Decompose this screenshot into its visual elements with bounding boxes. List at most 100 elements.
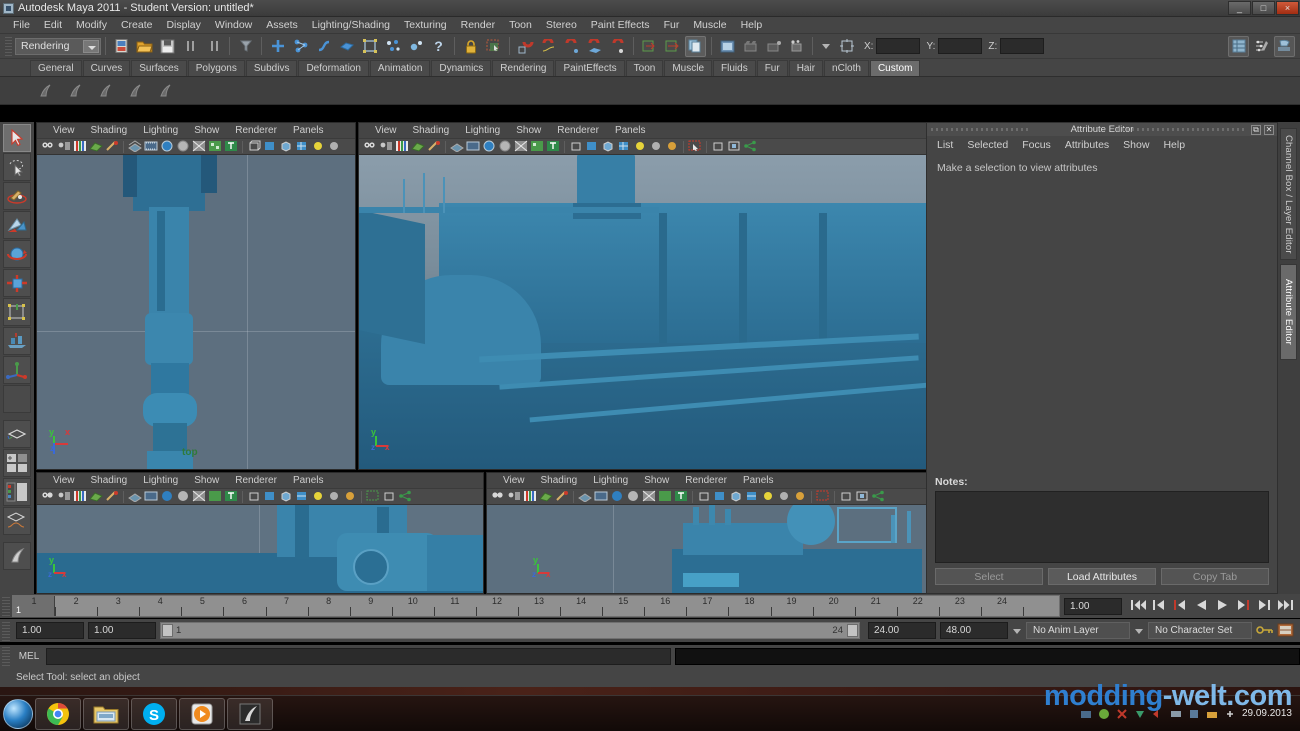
custom-script-icon-4[interactable] — [126, 80, 148, 102]
smooth-shade-flat-icon[interactable] — [601, 140, 615, 154]
ae-menu-attributes[interactable]: Attributes — [1065, 139, 1123, 151]
lock-icon[interactable] — [460, 36, 481, 57]
ipr-render-icon[interactable] — [740, 36, 761, 57]
anim-end-time-field[interactable]: 48.00 — [940, 622, 1008, 639]
isolate-select-icon[interactable] — [688, 140, 702, 154]
viewport-menu-show[interactable]: Show — [636, 475, 677, 486]
step-forward-key-icon[interactable] — [1235, 598, 1252, 614]
text-icon[interactable] — [674, 490, 688, 504]
shelf-tab-hair[interactable]: Hair — [788, 60, 824, 76]
paint-select-tool[interactable] — [3, 182, 31, 210]
select-by-component-icon[interactable] — [313, 36, 334, 57]
shelf-tab-custom[interactable]: Custom — [869, 60, 921, 76]
nurbs-mask-icon[interactable] — [359, 36, 380, 57]
output-connections-icon[interactable] — [662, 36, 683, 57]
smooth-shade-flat-icon[interactable] — [279, 490, 293, 504]
go-to-start-icon[interactable] — [1130, 598, 1147, 614]
ae-menu-help[interactable]: Help — [1163, 139, 1199, 151]
load-attributes-button[interactable]: Load Attributes — [1048, 568, 1156, 585]
poly-mask-icon[interactable] — [336, 36, 357, 57]
select-camera-icon[interactable] — [41, 140, 55, 154]
viewport-menu-view[interactable]: View — [45, 475, 83, 486]
play-backwards-icon[interactable] — [1193, 598, 1210, 614]
hardware-texturing-icon[interactable] — [295, 490, 309, 504]
render-current-frame-icon[interactable] — [717, 36, 738, 57]
viewport-menu-view[interactable]: View — [367, 125, 405, 136]
open-scene-icon[interactable] — [134, 36, 155, 57]
render-region-icon[interactable] — [483, 36, 504, 57]
grid-toggle-icon[interactable] — [128, 139, 142, 154]
universal-manipulator-tool[interactable] — [3, 298, 31, 326]
select-camera-icon[interactable] — [41, 490, 55, 504]
smooth-shade-all-icon[interactable] — [713, 490, 727, 504]
go-to-end-icon[interactable] — [1277, 598, 1294, 614]
two-d-pan-zoom-icon[interactable] — [555, 490, 569, 504]
two-d-pan-zoom-icon[interactable] — [105, 490, 119, 504]
chevron-down-icon[interactable] — [83, 39, 99, 53]
custom-script-icon-1[interactable] — [36, 80, 58, 102]
close-icon[interactable]: ✕ — [1264, 125, 1274, 135]
viewport-menu-view[interactable]: View — [495, 475, 533, 486]
viewport-menu-show[interactable]: Show — [508, 125, 549, 136]
soft-modification-tool[interactable] — [3, 327, 31, 355]
isolate-select-icon[interactable] — [366, 490, 380, 504]
shelf-tab-muscle[interactable]: Muscle — [664, 60, 713, 76]
lock-camera-icon[interactable] — [379, 140, 393, 154]
shelf-tab-rendering[interactable]: Rendering — [492, 60, 555, 76]
snap-grid-icon[interactable] — [515, 36, 536, 57]
xray-active-icon[interactable] — [855, 490, 869, 504]
auto-key-icon[interactable] — [1256, 623, 1273, 639]
show-manipulator-tool[interactable] — [3, 356, 31, 384]
bookmark-icon[interactable] — [523, 490, 537, 504]
viewport-menu-panels[interactable]: Panels — [735, 475, 782, 486]
step-forward-frame-icon[interactable] — [1256, 598, 1273, 614]
viewport-menu-lighting[interactable]: Lighting — [457, 125, 508, 136]
xray-active-icon[interactable] — [727, 140, 741, 154]
command-line-label[interactable]: MEL — [12, 651, 46, 662]
tab-attribute-editor[interactable]: Attribute Editor — [1280, 264, 1297, 360]
viewport-canvas-side[interactable]: y z x — [487, 505, 929, 593]
grid-toggle-icon[interactable] — [128, 490, 142, 504]
text-icon[interactable] — [546, 140, 560, 154]
hardware-texturing-icon[interactable] — [617, 140, 631, 154]
start-orb-icon[interactable] — [3, 698, 33, 729]
play-forwards-icon[interactable] — [1214, 598, 1231, 614]
menu-stereo[interactable]: Stereo — [539, 17, 584, 34]
gate-mask-icon[interactable] — [176, 490, 190, 504]
paint-effects-layout[interactable] — [3, 542, 31, 570]
menu-assets[interactable]: Assets — [259, 17, 305, 34]
menu-muscle[interactable]: Muscle — [686, 17, 733, 34]
two-d-pan-zoom-icon[interactable] — [105, 140, 119, 154]
grid-toggle-icon[interactable] — [450, 140, 464, 154]
share-icon[interactable] — [398, 490, 412, 504]
custom-script-icon-3[interactable] — [96, 80, 118, 102]
wireframe-icon[interactable] — [697, 490, 711, 504]
shelf-tab-ncloth[interactable]: nCloth — [824, 60, 869, 76]
bookmark-icon[interactable] — [395, 140, 409, 154]
viewport-menu-panels[interactable]: Panels — [285, 125, 332, 136]
two-d-pan-zoom-icon[interactable] — [427, 140, 441, 154]
menu-edit[interactable]: Edit — [37, 17, 69, 34]
film-gate-icon[interactable] — [144, 140, 158, 154]
current-time-field[interactable]: 1.00 — [1064, 597, 1122, 615]
menu-file[interactable]: File — [6, 17, 37, 34]
drag-dots-right[interactable] — [1117, 128, 1247, 131]
resolution-gate-icon[interactable] — [160, 490, 174, 504]
shelf-tab-animation[interactable]: Animation — [369, 60, 431, 76]
anim-layer-selector[interactable]: No Anim Layer — [1026, 622, 1130, 639]
custom-script-icon-5[interactable] — [156, 80, 178, 102]
viewport-canvas-top[interactable]: y x z top — [37, 155, 355, 469]
menu-window[interactable]: Window — [208, 17, 259, 34]
xray-icon[interactable] — [208, 140, 222, 154]
wireframe-icon[interactable] — [569, 140, 583, 154]
help-icon[interactable]: ? — [428, 36, 449, 57]
step-back-frame-icon[interactable] — [1151, 598, 1168, 614]
film-gate-icon[interactable] — [594, 490, 608, 504]
y-field[interactable] — [938, 38, 983, 54]
command-line-input[interactable] — [46, 647, 671, 665]
snap-view-plane-icon[interactable] — [584, 36, 605, 57]
select-tool[interactable] — [3, 124, 31, 152]
viewport-menu-show[interactable]: Show — [186, 125, 227, 136]
image-plane-icon[interactable] — [539, 490, 553, 504]
undock-icon[interactable]: ⧉ — [1251, 125, 1261, 135]
